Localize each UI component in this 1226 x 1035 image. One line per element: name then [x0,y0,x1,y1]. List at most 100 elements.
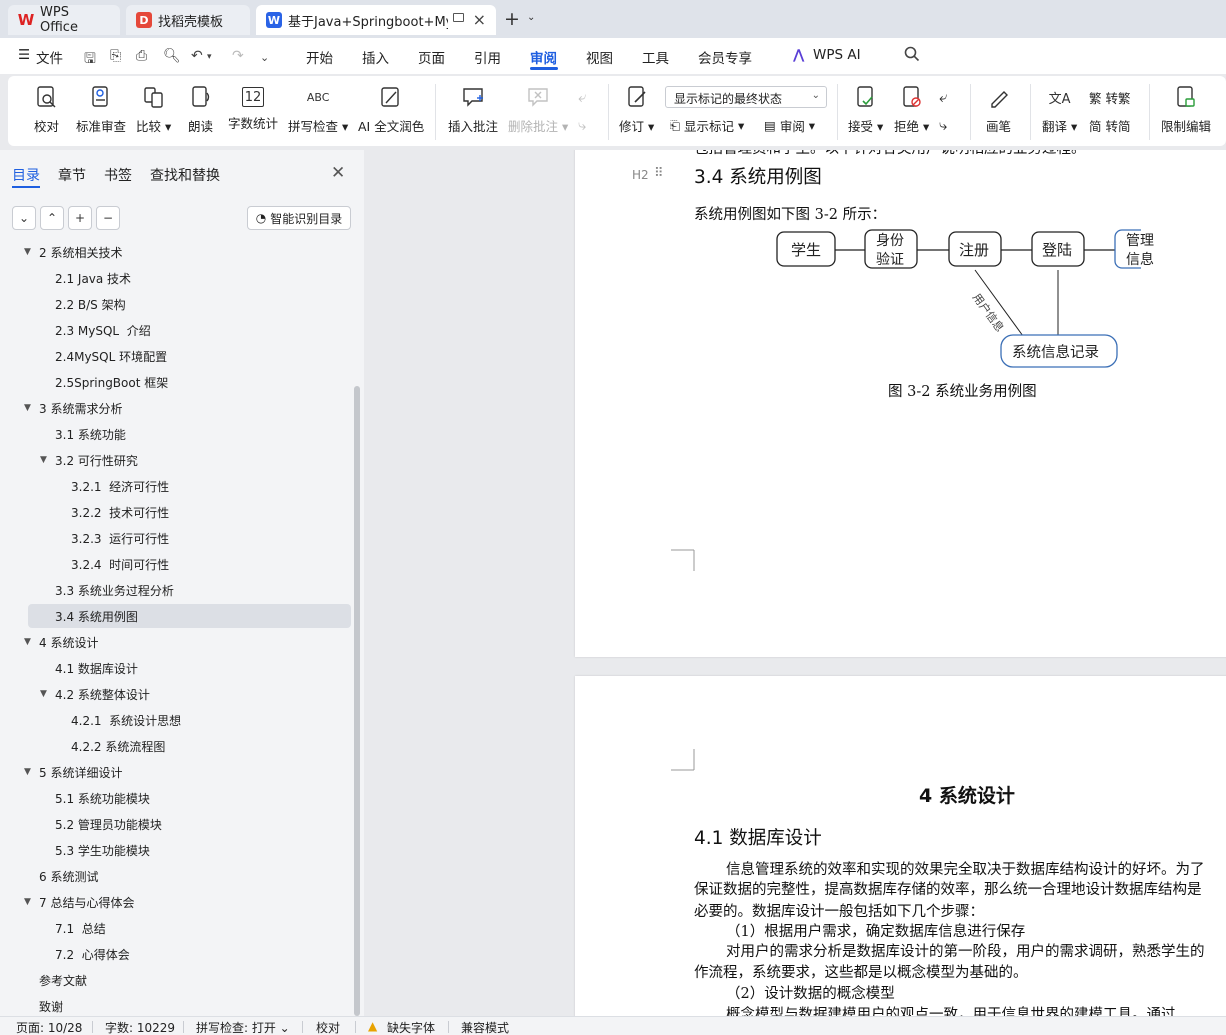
spell-check-status[interactable]: 拼写检查: 打开 ⌄ [196,1019,290,1035]
missing-font-status[interactable]: 缺失字体 [387,1019,435,1035]
toc-item[interactable]: 7.1 总结 [0,916,356,940]
close-icon[interactable]: ✕ [331,163,345,183]
toc-item[interactable]: ▼ 4 系统设计 [0,630,356,654]
toc-item[interactable]: 3.2.2 技术可行性 [0,500,356,524]
menu-wps-ai[interactable]: WPS AI [813,47,861,63]
proofread-status[interactable]: 校对 [316,1019,340,1035]
print-preview-icon[interactable]: 🔍︎ [163,48,181,64]
ai-polish-button[interactable]: AI 全文润色 [358,84,424,135]
previous-change-icon[interactable]: ⤶ [939,88,947,106]
toc-item[interactable]: ▼ 5 系统详细设计 [0,760,356,784]
toc-item[interactable]: ▼ 4.2 系统整体设计 [0,682,356,706]
close-icon[interactable]: × [473,10,486,29]
markup-state-dropdown[interactable]: 显示标记的最终状态 ⌄ [665,86,827,108]
word-count-button[interactable]: 12 字数统计 [228,84,278,132]
tab-chapters[interactable]: 章节 [58,165,86,185]
accept-button[interactable]: 接受 ▾ [848,84,883,135]
document-page[interactable]: 4 系统设计 4.1 数据库设计 信息管理系统的效率和实现的效果完全取决于数据库… [575,676,1226,1016]
redo-icon[interactable]: ↷ [232,48,244,64]
tab-bookmarks[interactable]: 书签 [104,165,132,185]
word-count-indicator[interactable]: 字数: 10229 [105,1019,175,1035]
toc-item[interactable]: 2.5SpringBoot 框架 [0,370,356,394]
revise-button[interactable]: 修订 ▾ [619,84,654,135]
menu-insert[interactable]: 插入 [362,47,389,67]
undo-icon[interactable]: ↶ [191,48,203,64]
new-tab-icon[interactable]: + [504,8,520,30]
toc-item[interactable]: 2.2 B/S 架构 [0,292,356,316]
export-pdf-icon[interactable]: ⎘ [110,48,121,64]
toc-item[interactable]: 5.1 系统功能模块 [0,786,356,810]
next-comment-icon[interactable]: ⤷ [578,116,586,134]
toc-item[interactable]: 4.1 数据库设计 [0,656,356,680]
chevron-down-icon[interactable]: ▾ [207,52,212,62]
toc-item[interactable]: 6 系统测试 [0,864,356,888]
toc-item[interactable]: 4.2.2 系统流程图 [0,734,356,758]
toc-item[interactable]: 3.2.1 经济可行性 [0,474,356,498]
proofread-button[interactable]: 校对 [34,84,59,135]
remove-heading-icon[interactable]: − [96,206,120,230]
read-aloud-button[interactable]: 朗读 [188,84,213,135]
toc-item[interactable]: ▼ 3 系统需求分析 [0,396,356,420]
expand-toggle-icon[interactable]: ▼ [40,455,47,465]
monitor-icon[interactable] [453,13,464,22]
to-simplified-button[interactable]: 简转简 [1089,116,1131,135]
menu-membership[interactable]: 会员专享 [698,47,752,67]
toc-item[interactable]: 2.4MySQL 环境配置 [0,344,356,368]
expand-toggle-icon[interactable]: ▼ [24,767,31,777]
toc-item[interactable]: 参考文献 [0,968,356,992]
toc-scrollbar[interactable] [354,386,360,1016]
menu-file[interactable]: 文件 [36,47,63,67]
menu-view[interactable]: 视图 [586,47,613,67]
drag-handle-icon[interactable]: ⠿ [654,166,664,181]
print-icon[interactable]: ⎙ [136,48,147,64]
collapse-icon[interactable]: ⌃ [40,206,64,230]
page-indicator[interactable]: 页面: 10/28 [16,1019,82,1035]
restrict-edit-button[interactable]: 限制编辑 [1161,84,1211,135]
tab-docer-templates[interactable]: D 找稻壳模板 [126,5,250,35]
pen-button[interactable]: 画笔 [986,84,1011,135]
toc-item[interactable]: 致谢 [0,994,356,1016]
toc-item[interactable]: 4.2.1 系统设计思想 [0,708,356,732]
hamburger-icon[interactable]: ☰ [18,47,30,63]
expand-toggle-icon[interactable]: ▼ [24,897,31,907]
previous-comment-icon[interactable]: ⤶ [578,88,586,106]
toc-item[interactable]: 2.3 MySQL 介绍 [0,318,356,342]
search-icon[interactable] [904,46,920,66]
translate-button[interactable]: 文A 翻译 ▾ [1042,84,1077,135]
expand-toggle-icon[interactable]: ▼ [40,689,47,699]
tab-wps-office[interactable]: W WPS Office [8,5,120,35]
expand-toggle-icon[interactable]: ▼ [24,637,31,647]
standard-review-button[interactable]: 标准审查 [76,84,126,135]
tab-toc[interactable]: 目录 [12,165,40,185]
toc-item[interactable]: 3.1 系统功能 [0,422,356,446]
toc-item[interactable]: 5.3 学生功能模块 [0,838,356,862]
to-traditional-button[interactable]: 繁转繁 [1089,88,1131,107]
tab-find-replace[interactable]: 查找和替换 [150,165,220,185]
document-page[interactable]: 包括管理员和学生。以下针对各类用户说明相应的业务过程。 H2 ⠿ 3.4 系统用… [575,150,1226,657]
toc-item[interactable]: 3.2.4 时间可行性 [0,552,356,576]
toc-item[interactable]: 3.2.3 运行可行性 [0,526,356,550]
toc-item[interactable]: ▼ 3.2 可行性研究 [0,448,356,472]
save-icon[interactable]: 🖫 [84,48,96,72]
document-canvas[interactable]: 包括管理员和学生。以下针对各类用户说明相应的业务过程。 H2 ⠿ 3.4 系统用… [364,150,1226,1016]
more-chevron-icon[interactable]: ⌄ [260,51,269,64]
insert-comment-button[interactable]: 插入批注 [448,84,498,135]
tab-document[interactable]: W 基于Java+Springboot+MyS × [256,5,496,35]
review-pane-button[interactable]: ▤ 审阅 ▾ [764,116,815,135]
toc-item[interactable]: 7.2 心得体会 [0,942,356,966]
add-heading-icon[interactable]: + [68,206,92,230]
delete-comment-button[interactable]: 删除批注 ▾ [508,84,568,135]
smart-toc-button[interactable]: ◔ 智能识别目录 [247,206,351,230]
toc-item[interactable]: 2.1 Java 技术 [0,266,356,290]
menu-review[interactable]: 审阅 [530,47,557,67]
toc-item[interactable]: 3.3 系统业务过程分析 [0,578,356,602]
compare-button[interactable]: 比较 ▾ [136,84,171,135]
menu-references[interactable]: 引用 [474,47,501,67]
menu-home[interactable]: 开始 [306,47,333,67]
expand-all-icon[interactable]: ⌄ [12,206,36,230]
spell-check-button[interactable]: ABC 拼写检查 ▾ [288,84,348,135]
toc-item[interactable]: ▼ 2 系统相关技术 [0,244,356,264]
next-change-icon[interactable]: ⤷ [939,116,947,134]
toc-item[interactable]: 5.2 管理员功能模块 [0,812,356,836]
toc-item[interactable]: ▼ 7 总结与心得体会 [0,890,356,914]
